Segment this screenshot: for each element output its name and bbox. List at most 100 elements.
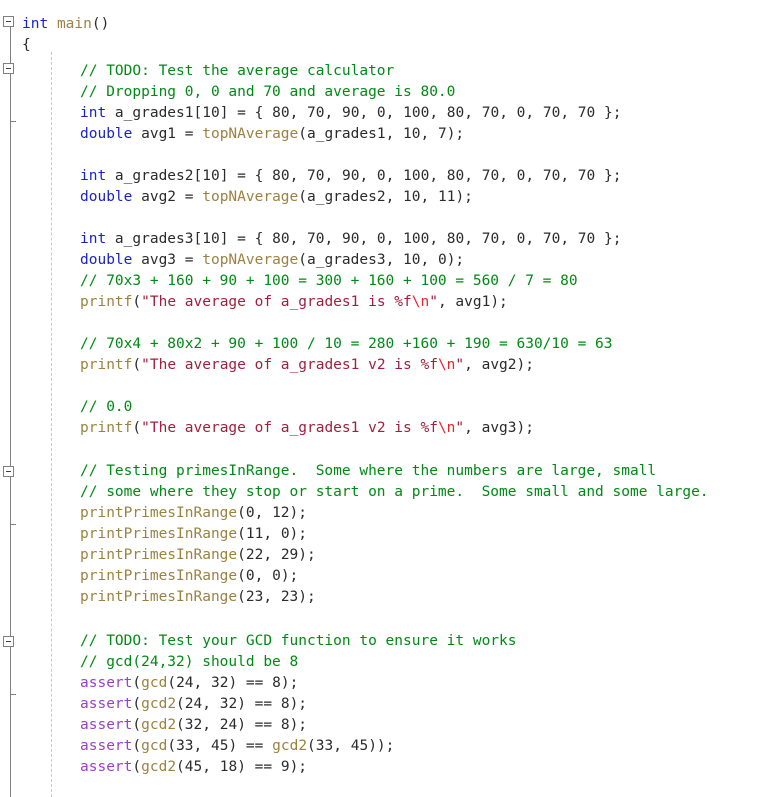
code-line[interactable]: // gcd(24,32) should be 8 <box>0 652 783 673</box>
code-token: ( <box>132 759 142 775</box>
code-token: a_grades1[ <box>106 105 203 121</box>
code-token: 10 <box>403 189 421 205</box>
code-token: , <box>429 105 447 121</box>
code-token: , <box>324 231 342 247</box>
code-line[interactable]: // some where they stop or start on a pr… <box>0 482 783 503</box>
code-token: , <box>420 126 438 142</box>
code-token: , <box>499 168 517 184</box>
code-token: " <box>455 357 465 373</box>
code-token: 70 <box>542 105 561 121</box>
code-token: ( <box>176 717 185 733</box>
code-line[interactable]: printPrimesInRange(11, 0); <box>0 524 783 545</box>
code-token: ); <box>280 675 299 691</box>
code-token: double <box>80 189 133 205</box>
code-token: 70 <box>542 168 561 184</box>
code-token: , <box>193 738 211 754</box>
code-line[interactable]: // 70x4 + 80x2 + 90 + 100 / 10 = 280 +16… <box>0 334 783 355</box>
code-token: , <box>263 526 281 542</box>
code-token: , <box>525 105 543 121</box>
code-token: ); <box>289 696 308 712</box>
code-token: double <box>80 126 133 142</box>
code-token: // Testing primesInRange. Some where the… <box>80 463 657 479</box>
code-token: }; <box>595 231 622 247</box>
code-line[interactable]: printf("The average of a_grades1 v2 is %… <box>0 418 783 439</box>
code-token: printf <box>80 294 133 310</box>
code-token: (a_grades2, <box>298 189 404 205</box>
code-token: 23 <box>245 589 264 605</box>
code-token: gcd2 <box>141 759 177 775</box>
code-token: ( <box>167 738 177 754</box>
code-line[interactable]: printPrimesInRange(0, 0); <box>0 566 783 587</box>
code-token: // 70x3 + 160 + 90 + 100 = 300 + 160 + 1… <box>80 273 578 289</box>
code-line[interactable]: double avg1 = topNAverage(a_grades1, 10,… <box>0 124 783 145</box>
code-line[interactable]: printf("The average of a_grades1 is %f\n… <box>0 292 783 313</box>
code-token: 23 <box>280 589 299 605</box>
code-token: 18 <box>219 759 238 775</box>
code-token: ); <box>280 568 299 584</box>
code-token: , <box>385 168 404 184</box>
code-token: 90 <box>341 168 360 184</box>
code-content[interactable]: int main() { // TODO: Test the average cal… <box>0 0 783 797</box>
code-token: , <box>324 168 342 184</box>
code-line[interactable]: printPrimesInRange(22, 29); <box>0 545 783 566</box>
code-line[interactable]: // TODO: Test the average calculator <box>0 61 783 82</box>
code-token: , <box>560 231 578 247</box>
code-token: 11 <box>245 526 264 542</box>
code-token: , <box>263 547 281 563</box>
code-token: // 0.0 <box>80 399 133 415</box>
code-token: 100 <box>403 168 430 184</box>
code-token: , <box>359 168 377 184</box>
code-line[interactable]: int a_grades3[10] = { 80, 70, 90, 0, 100… <box>0 229 783 250</box>
code-token: 45 <box>184 759 203 775</box>
code-line[interactable]: int main() <box>0 14 783 35</box>
code-token: 10 <box>202 105 220 121</box>
code-line[interactable]: assert(gcd(24, 32) == 8); <box>0 673 783 694</box>
code-line[interactable]: // Testing primesInRange. Some where the… <box>0 461 783 482</box>
code-token: , <box>525 168 543 184</box>
code-token: ) == <box>228 675 273 691</box>
code-line[interactable]: assert(gcd(33, 45) == gcd2(33, 45)); <box>0 736 783 757</box>
code-token: main <box>56 16 92 32</box>
code-token: // TODO: Test your GCD function to ensur… <box>80 633 517 649</box>
code-token: 80 <box>446 231 465 247</box>
code-line[interactable]: printPrimesInRange(0, 12); <box>0 503 783 524</box>
code-line[interactable]: { <box>0 35 783 56</box>
code-token: // 70x4 + 80x2 + 90 + 100 / 10 = 280 +16… <box>80 336 613 352</box>
code-token: 0 <box>280 526 290 542</box>
code-token: // some where they stop or start on a pr… <box>80 484 709 500</box>
code-token: ( <box>132 294 142 310</box>
code-token: " <box>429 294 438 310</box>
code-editor-surface[interactable]: int main() { // TODO: Test the average cal… <box>0 0 783 797</box>
code-token: 90 <box>341 231 360 247</box>
code-line[interactable]: int a_grades2[10] = { 80, 70, 90, 0, 100… <box>0 166 783 187</box>
code-token: 80 <box>446 168 465 184</box>
code-line[interactable]: assert(gcd2(45, 18) == 9); <box>0 757 783 778</box>
code-token: 10 <box>202 168 220 184</box>
code-token: assert <box>80 759 133 775</box>
code-line[interactable]: int a_grades1[10] = { 80, 70, 90, 0, 100… <box>0 103 783 124</box>
code-token: 70 <box>481 168 500 184</box>
code-token: 0 <box>437 252 447 268</box>
code-line[interactable]: // Dropping 0, 0 and 70 and average is 8… <box>0 82 783 103</box>
code-token: , <box>254 505 273 521</box>
code-token: gcd <box>141 738 168 754</box>
code-token: 24 <box>184 696 203 712</box>
code-line[interactable]: double avg2 = topNAverage(a_grades2, 10,… <box>0 187 783 208</box>
code-token: 29 <box>280 547 299 563</box>
code-token: 100 <box>403 231 430 247</box>
code-line[interactable]: assert(gcd2(32, 24) == 8); <box>0 715 783 736</box>
code-line[interactable]: double avg3 = topNAverage(a_grades3, 10,… <box>0 250 783 271</box>
code-line[interactable]: // TODO: Test your GCD function to ensur… <box>0 631 783 652</box>
code-line[interactable]: printPrimesInRange(23, 23); <box>0 587 783 608</box>
code-token: , <box>193 675 211 691</box>
code-token: 0 <box>272 568 281 584</box>
code-line[interactable]: // 0.0 <box>0 397 783 418</box>
code-line[interactable]: assert(gcd2(24, 32) == 8); <box>0 694 783 715</box>
code-token: printf <box>80 357 133 373</box>
code-line[interactable]: printf("The average of a_grades1 v2 is %… <box>0 355 783 376</box>
code-token: \n <box>411 294 430 310</box>
code-token: topNAverage <box>202 126 299 142</box>
code-line[interactable]: // 70x3 + 160 + 90 + 100 = 300 + 160 + 1… <box>0 271 783 292</box>
code-token: 10 <box>403 252 421 268</box>
code-token: // gcd(24,32) should be 8 <box>80 654 299 670</box>
